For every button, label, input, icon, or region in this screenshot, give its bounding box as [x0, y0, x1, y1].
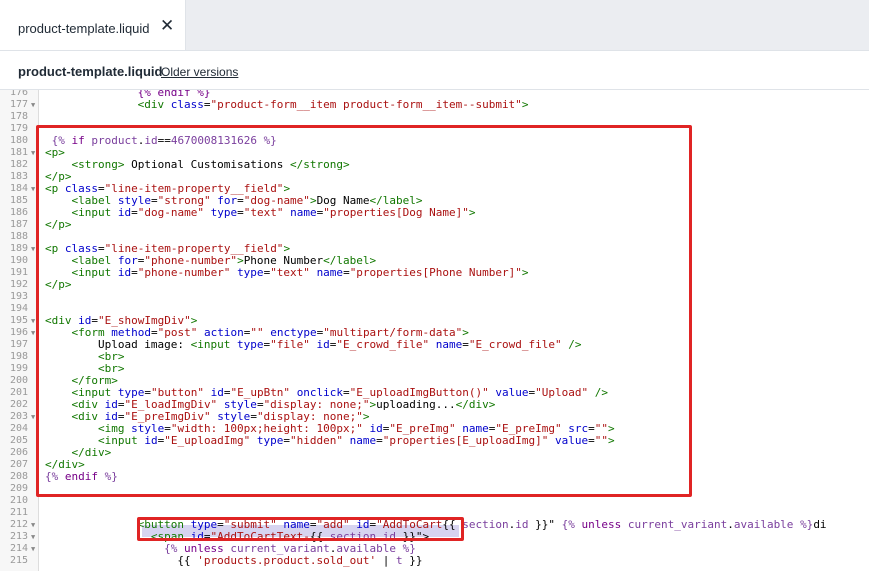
- line-number: 177: [9, 99, 28, 110]
- code-token: .: [727, 518, 734, 531]
- line-number: 210: [9, 495, 28, 506]
- fold-arrow-icon[interactable]: ▼: [31, 519, 35, 531]
- line-number: 209: [9, 483, 28, 494]
- code-token: {%: [561, 518, 575, 531]
- line-number: 215: [9, 555, 28, 566]
- code-token: section: [462, 518, 509, 531]
- fold-arrow-icon[interactable]: ▼: [31, 315, 35, 327]
- line-number: 198: [9, 351, 28, 362]
- line-number: 194: [9, 303, 28, 314]
- code-text: {{ 'products.product.sold_out' | t }}: [177, 555, 422, 567]
- code-editor[interactable]: 176 {% endif %} 177 ▼ <div class="product-fo…: [0, 90, 869, 571]
- line-number: 193: [9, 291, 28, 302]
- line-number: 191: [9, 267, 28, 278]
- line-number: 189: [9, 243, 28, 254]
- line-number: 204: [9, 423, 28, 434]
- line-number: 190: [9, 255, 28, 266]
- code-token: >: [521, 98, 529, 111]
- line-number: 203: [9, 411, 28, 422]
- line-number: 202: [9, 399, 28, 410]
- close-icon[interactable]: ✕: [160, 16, 174, 36]
- code-token: {{: [177, 554, 198, 567]
- line-number: 197: [9, 339, 28, 350]
- line-number: 208: [9, 471, 28, 482]
- line-number: 185: [9, 195, 28, 206]
- code-token: }}: [402, 554, 423, 567]
- line-number: 213: [9, 531, 28, 542]
- line-number: 212: [9, 519, 28, 530]
- fold-arrow-icon[interactable]: ▼: [31, 411, 35, 423]
- line-number: 200: [9, 375, 28, 386]
- line-number: 184: [9, 183, 28, 194]
- line-number: 211: [9, 507, 28, 518]
- fold-arrow-icon[interactable]: ▼: [31, 243, 35, 255]
- code-token: available: [733, 518, 794, 531]
- file-header: product-template.liquid Older versions: [0, 51, 869, 90]
- line-number: 187: [9, 219, 28, 230]
- line-number: 182: [9, 159, 28, 170]
- code-token: %}: [800, 518, 814, 531]
- code-token: di: [813, 518, 827, 531]
- code-token: t: [395, 554, 403, 567]
- code-text: <div class="product-form__item product-f…: [138, 99, 529, 111]
- code-token: class: [170, 98, 204, 111]
- code-token: "product-form__item product-form__item--…: [210, 98, 522, 111]
- code-token: 'products.product.sold_out': [197, 554, 377, 567]
- fold-arrow-icon[interactable]: ▼: [31, 543, 35, 555]
- highlight-box-custom-fields: [36, 125, 692, 497]
- code-token: current_variant: [627, 518, 728, 531]
- line-number: 201: [9, 387, 28, 398]
- line-number: 214: [9, 543, 28, 554]
- line-number: 178: [9, 111, 28, 122]
- fold-arrow-icon[interactable]: ▼: [31, 531, 35, 543]
- line-number: 205: [9, 435, 28, 446]
- line-number: 179: [9, 123, 28, 134]
- line-number: 180: [9, 135, 28, 146]
- fold-arrow-icon[interactable]: ▼: [31, 99, 35, 111]
- line-number: 207: [9, 459, 28, 470]
- tab-product-template[interactable]: product-template.liquid ✕: [0, 0, 186, 50]
- line-number: 183: [9, 171, 28, 182]
- tab-bar: product-template.liquid ✕: [0, 0, 869, 51]
- older-versions-link[interactable]: Older versions: [161, 65, 238, 79]
- line-number: 186: [9, 207, 28, 218]
- line-number: 196: [9, 327, 28, 338]
- code-token: unless: [581, 518, 622, 531]
- code-token: |: [376, 554, 396, 567]
- fold-arrow-icon[interactable]: ▼: [31, 147, 35, 159]
- line-number: 181: [9, 147, 28, 158]
- fold-arrow-icon[interactable]: ▼: [31, 327, 35, 339]
- line-number: 199: [9, 363, 28, 374]
- code-token: <div: [137, 98, 165, 111]
- line-number: 195: [9, 315, 28, 326]
- fold-arrow-icon[interactable]: ▼: [31, 183, 35, 195]
- line-number: 188: [9, 231, 28, 242]
- code-token: {%: [164, 542, 178, 555]
- highlight-box-add-to-cart-button: [137, 517, 464, 541]
- line-number: 206: [9, 447, 28, 458]
- tab-label: product-template.liquid: [18, 21, 150, 36]
- line-number: 176: [9, 90, 28, 98]
- code-token: id: [515, 518, 529, 531]
- code-token: }}": [528, 518, 562, 531]
- line-number: 192: [9, 279, 28, 290]
- code-token: =: [203, 98, 211, 111]
- file-name: product-template.liquid: [18, 64, 163, 79]
